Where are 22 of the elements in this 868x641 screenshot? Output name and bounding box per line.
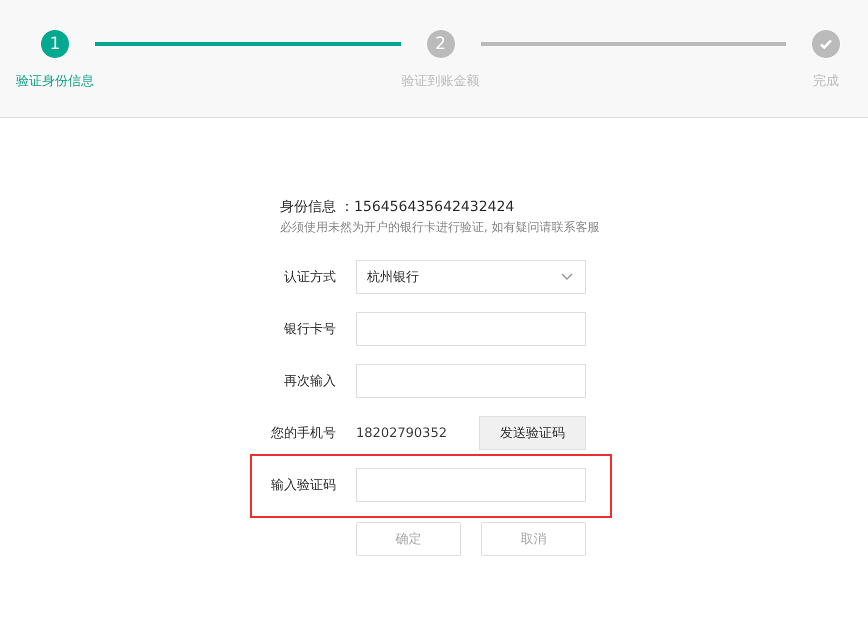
field-label: 认证方式 [283, 269, 336, 286]
select-field[interactable]: 杭州银行 [356, 260, 586, 294]
notice-text: 必须使用未然为开户的银行卡进行验证, 如有疑问请联系客服 [280, 219, 601, 236]
chevron-down-icon [561, 273, 573, 281]
field-label: 输入验证码 [270, 477, 336, 494]
step-label: 验证到账金额 [402, 73, 480, 90]
input-field[interactable] [356, 312, 586, 346]
field-label: 银行卡号 [283, 321, 336, 338]
field-label: 再次输入 [283, 373, 336, 390]
identity-number: ：156456435642432424 [340, 199, 514, 215]
checkmark-icon [812, 30, 840, 58]
identity-label: 身份信息 [280, 199, 336, 215]
field-label: 您的手机号 [270, 425, 336, 442]
step-number: 1 [41, 30, 69, 58]
phone-number: 18202790352 [356, 426, 447, 440]
input-field[interactable] [356, 364, 586, 398]
input-field[interactable] [356, 468, 586, 502]
step-label: 验证身份信息 [16, 73, 94, 90]
step-label: 完成 [813, 73, 839, 90]
select-value: 杭州银行 [367, 269, 419, 286]
step-number: 2 [426, 30, 454, 58]
send-code-button[interactable]: 发送验证码 [479, 416, 586, 450]
